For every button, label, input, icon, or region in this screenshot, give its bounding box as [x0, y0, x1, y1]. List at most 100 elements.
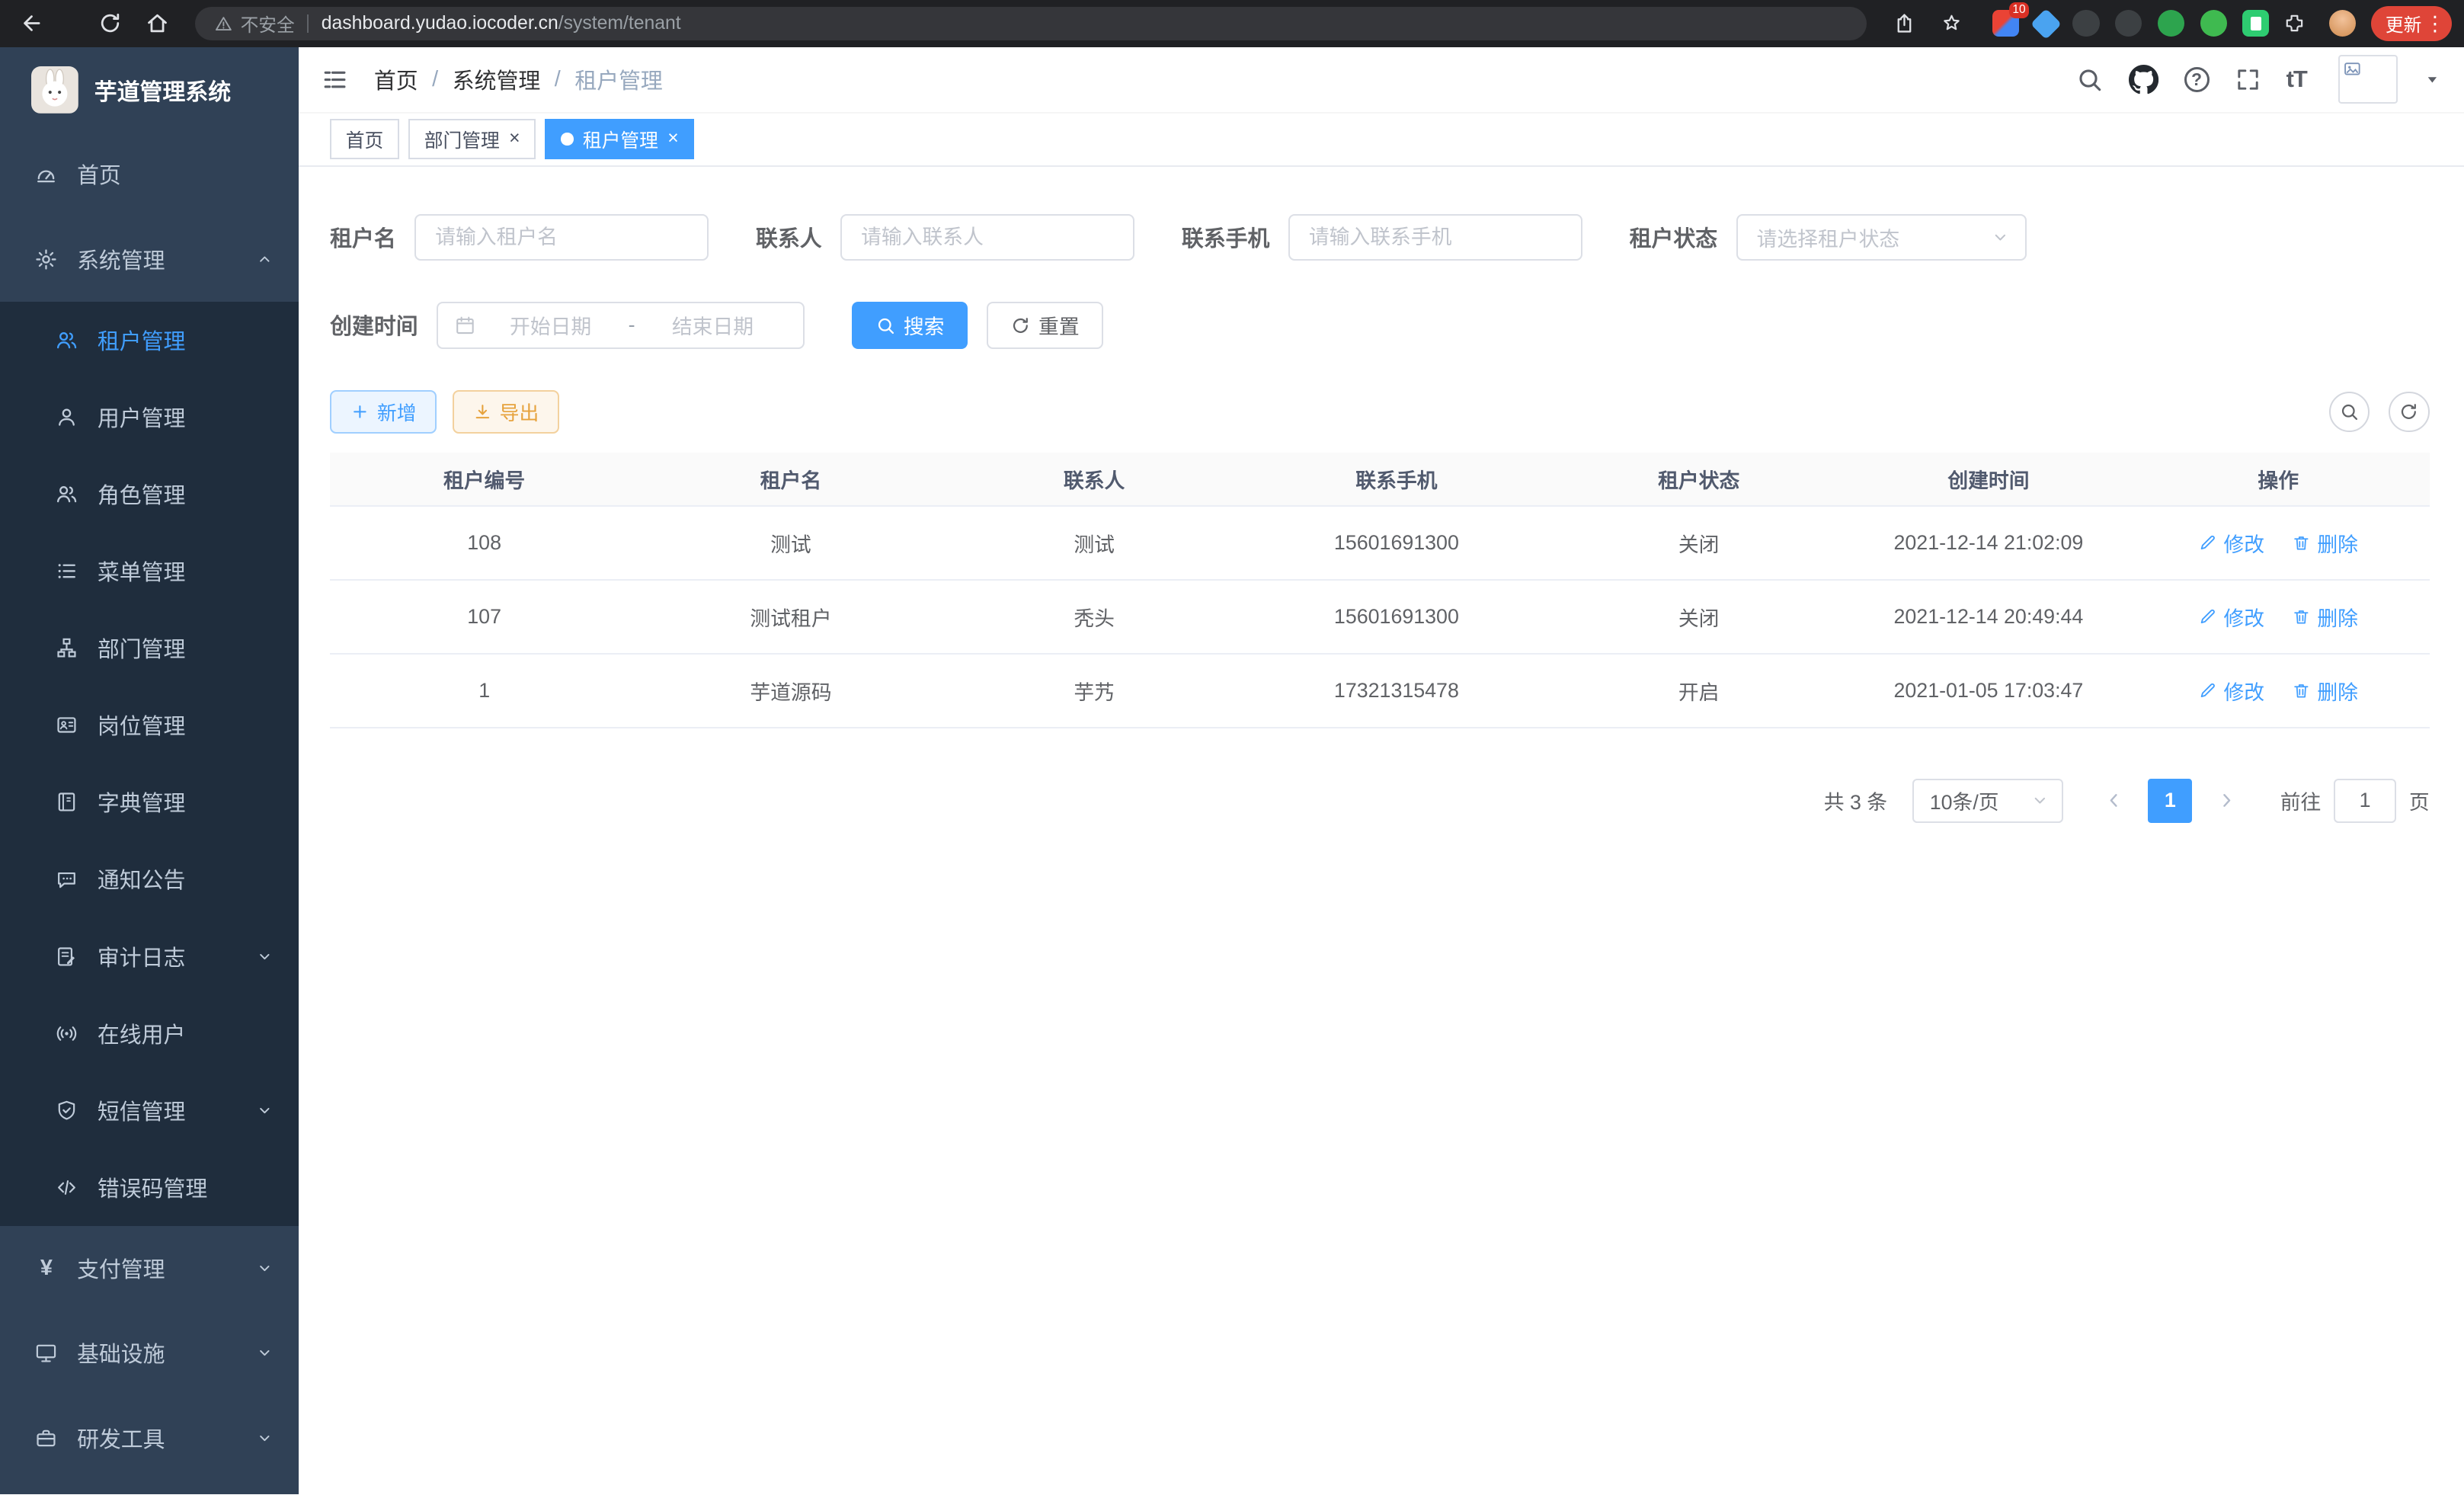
export-button[interactable]: 导出 [453, 390, 559, 434]
chevron-down-icon [256, 1429, 274, 1447]
contact-input[interactable] [840, 214, 1134, 261]
breadcrumb-system[interactable]: 系统管理 [453, 64, 540, 95]
sidebar-item-dept-management[interactable]: 部门管理 [0, 610, 299, 687]
breadcrumb-home[interactable]: 首页 [374, 64, 418, 95]
sidebar-item-payment-management[interactable]: ¥ 支付管理 [0, 1226, 299, 1311]
fullscreen-icon[interactable] [2235, 66, 2261, 93]
next-page-button[interactable] [2208, 779, 2246, 823]
chevron-down-icon [256, 1260, 274, 1277]
extensions-puzzle-icon[interactable] [2276, 5, 2314, 43]
page-size-select[interactable]: 10条/页 [1912, 779, 2063, 823]
column-header: 租户名 [638, 453, 943, 506]
help-icon[interactable]: ? [2184, 67, 2210, 92]
screen: 不安全 dashboard.yudao.iocoder.cn/system/te… [0, 0, 2464, 1494]
filter-form: 租户名 联系人 联系手机 租户状态 [330, 189, 2430, 349]
audit-doc-icon [55, 945, 78, 968]
date-range-picker[interactable]: 开始日期 - 结束日期 [437, 302, 805, 349]
sidebar-item-dict-management[interactable]: 字典管理 [0, 764, 299, 840]
sidebar-item-tenant-management[interactable]: 租户管理 [0, 302, 299, 379]
page-unit-label: 页 [2409, 786, 2430, 815]
sidebar-menu: 首页 系统管理 租户管理 用户管理 [0, 132, 299, 1481]
refresh-icon [1010, 315, 1031, 336]
header-search-icon[interactable] [2075, 66, 2104, 94]
sidebar-item-sms-management[interactable]: 短信管理 [0, 1072, 299, 1149]
caret-down-icon[interactable] [2423, 70, 2442, 89]
browser-home-icon[interactable] [139, 5, 177, 43]
close-icon[interactable]: × [509, 130, 520, 149]
browser-update-button[interactable]: 更新 ⋮ [2371, 6, 2451, 40]
chevron-down-icon [256, 1344, 274, 1362]
refresh-table-button[interactable] [2389, 392, 2430, 433]
page-number-button[interactable]: 1 [2148, 779, 2192, 823]
sidebar-item-user-management[interactable]: 用户管理 [0, 379, 299, 456]
github-icon[interactable] [2129, 65, 2158, 94]
table-row: 108 测试 测试 15601691300 关闭 2021-12-14 21:0… [330, 506, 2430, 580]
delete-button[interactable]: 删除 [2292, 676, 2358, 706]
extension-icon[interactable] [2242, 10, 2269, 37]
goto-page-input[interactable] [2334, 779, 2397, 823]
sidebar-item-notice[interactable]: 通知公告 [0, 840, 299, 917]
share-icon[interactable] [1886, 5, 1924, 43]
sidebar-item-menu-management[interactable]: 菜单管理 [0, 533, 299, 610]
tab-home[interactable]: 首页 [330, 119, 399, 160]
font-size-icon[interactable]: tT [2286, 66, 2307, 93]
book-icon [55, 790, 78, 814]
sidebar-item-online-users[interactable]: 在线用户 [0, 995, 299, 1072]
extension-icon[interactable] [2072, 10, 2099, 37]
delete-button[interactable]: 删除 [2292, 528, 2358, 558]
roles-icon [55, 482, 78, 506]
prev-page-button[interactable] [2094, 779, 2133, 823]
sidebar-item-dev-tools[interactable]: 研发工具 [0, 1396, 299, 1481]
reset-button[interactable]: 重置 [987, 302, 1102, 349]
extension-icon[interactable] [2200, 10, 2227, 37]
dashboard-icon [34, 162, 58, 186]
tab-tenant-management[interactable]: 租户管理 × [545, 119, 694, 160]
not-secure-icon [214, 14, 233, 34]
sidebar-item-post-management[interactable]: 岗位管理 [0, 687, 299, 764]
sidebar-item-infrastructure[interactable]: 基础设施 [0, 1311, 299, 1395]
user-avatar[interactable] [2338, 55, 2398, 104]
sidebar-toggle-icon[interactable] [299, 66, 371, 94]
trash-icon [2292, 607, 2311, 626]
edit-button[interactable]: 修改 [2198, 676, 2264, 706]
extension-icon[interactable] [2030, 8, 2062, 40]
column-header: 创建时间 [1850, 453, 2127, 506]
browser-toolbar: 不安全 dashboard.yudao.iocoder.cn/system/te… [0, 0, 2464, 47]
end-date-placeholder[interactable]: 结束日期 [638, 310, 788, 340]
search-button[interactable]: 搜索 [852, 302, 968, 349]
edit-button[interactable]: 修改 [2198, 602, 2264, 632]
extension-icon[interactable]: 10 [1992, 10, 2019, 37]
toggle-search-button[interactable] [2329, 392, 2370, 433]
extension-icon[interactable] [2158, 10, 2184, 37]
status-select[interactable]: 请选择租户状态 [1736, 214, 2027, 261]
tab-dept-management[interactable]: 部门管理 × [408, 119, 536, 160]
goto-label: 前往 [2280, 786, 2322, 815]
sidebar-item-error-code-management[interactable]: 错误码管理 [0, 1149, 299, 1226]
extension-icon[interactable] [2115, 10, 2142, 37]
phone-input[interactable] [1288, 214, 1582, 261]
delete-button[interactable]: 删除 [2292, 602, 2358, 632]
sidebar-item-home[interactable]: 首页 [0, 132, 299, 216]
address-bar[interactable]: 不安全 dashboard.yudao.iocoder.cn/system/te… [195, 7, 1867, 40]
column-header: 联系人 [943, 453, 1246, 506]
menu-kebab-icon[interactable]: ⋮ [2424, 14, 2445, 34]
tenant-name-input[interactable] [414, 214, 709, 261]
edit-button[interactable]: 修改 [2198, 528, 2264, 558]
start-date-placeholder[interactable]: 开始日期 [476, 310, 626, 340]
close-icon[interactable]: × [667, 130, 678, 149]
table-header-row: 租户编号 租户名 联系人 联系手机 租户状态 创建时间 操作 [330, 453, 2430, 506]
chevron-down-icon [256, 948, 274, 965]
back-icon[interactable] [13, 5, 51, 43]
page-content: 租户名 联系人 联系手机 租户状态 [299, 167, 2464, 1495]
org-tree-icon [55, 636, 78, 660]
active-dot [561, 133, 574, 146]
bookmark-star-icon[interactable] [1933, 5, 1971, 43]
sidebar: 芋道管理系统 首页 系统管理 租户管理 [0, 47, 299, 1495]
sidebar-item-role-management[interactable]: 角色管理 [0, 456, 299, 533]
sidebar-item-audit-log[interactable]: 审计日志 [0, 918, 299, 995]
reload-icon[interactable] [91, 5, 130, 43]
browser-profile-avatar[interactable] [2329, 10, 2356, 37]
logo-image [31, 66, 78, 114]
add-button[interactable]: 新增 [330, 390, 437, 434]
sidebar-item-system-management[interactable]: 系统管理 [0, 217, 299, 302]
